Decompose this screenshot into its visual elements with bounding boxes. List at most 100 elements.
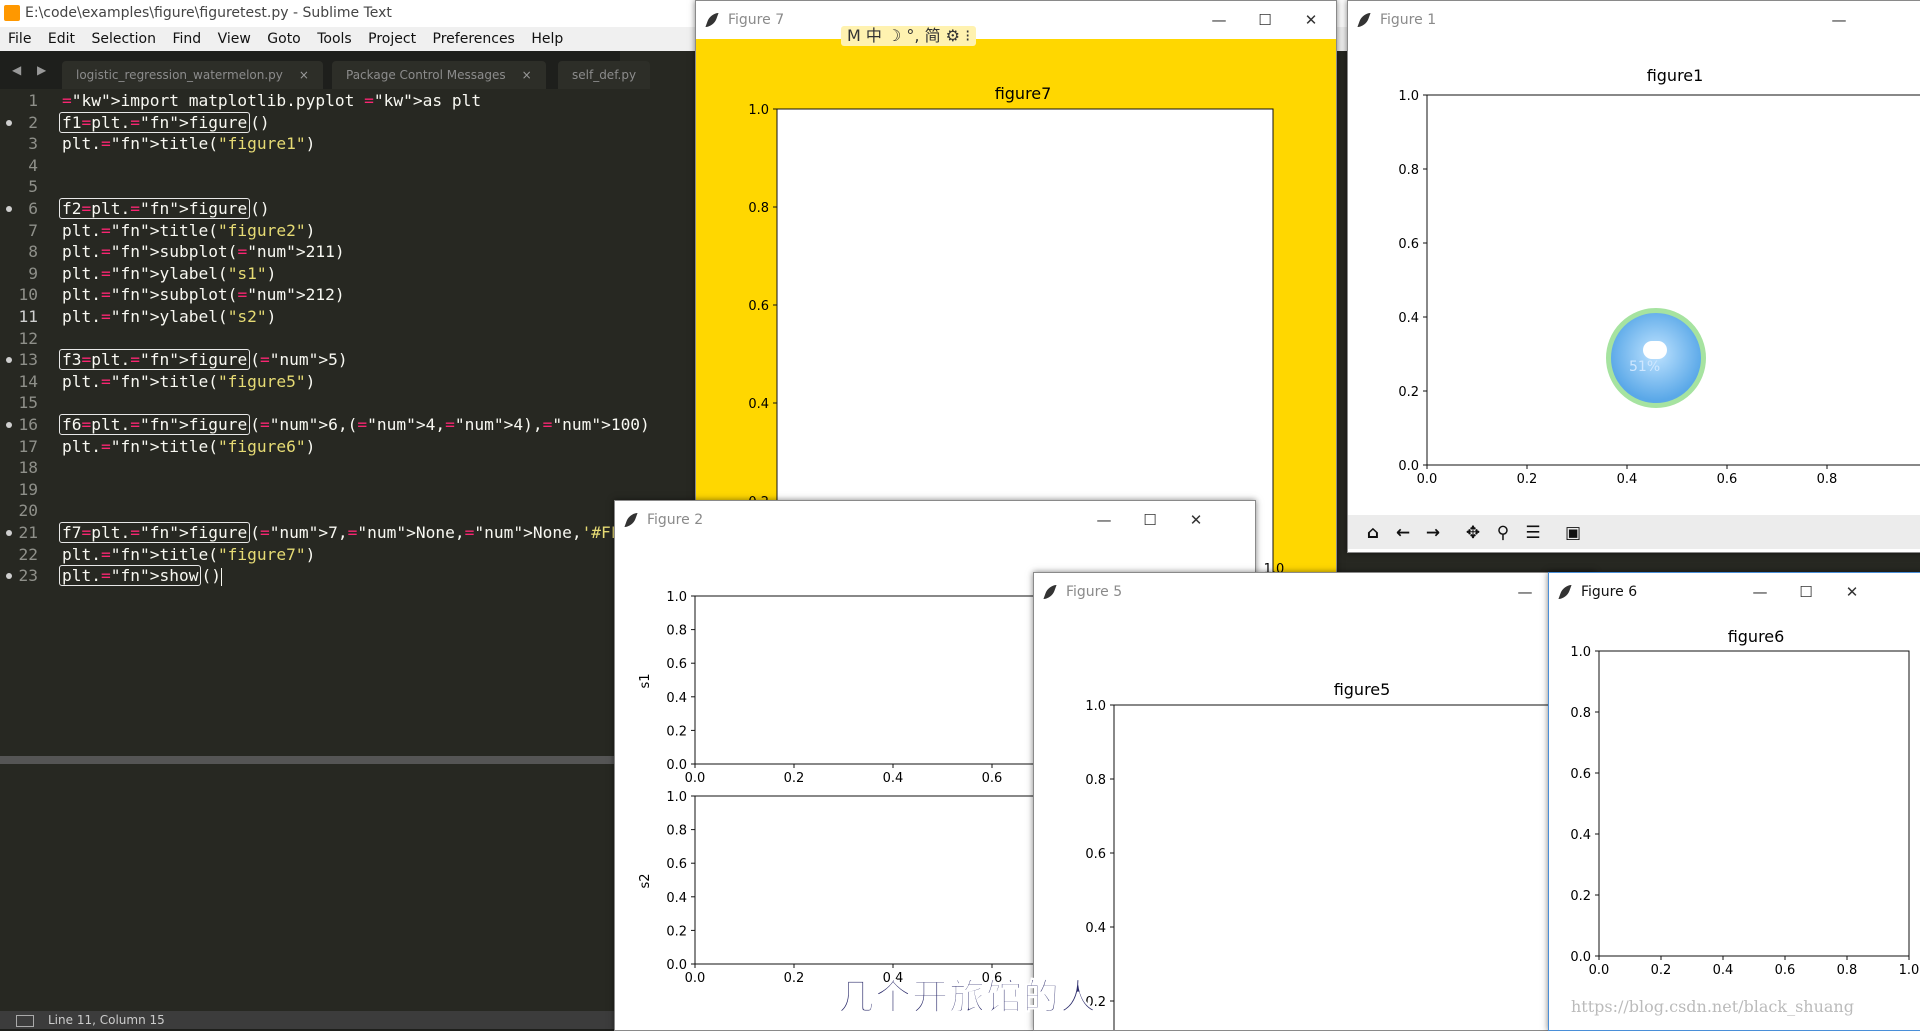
close-icon[interactable]: ✕ [1173,501,1219,539]
ime-toolbar[interactable]: M 中 ☽ °, 简 ⚙ ⁝ [841,26,977,46]
maximize-icon[interactable]: ☐ [1127,501,1173,539]
minimize-icon[interactable]: — [1816,1,1862,39]
y-tick-label: 0.4 [1398,311,1419,326]
tab-close-icon[interactable]: × [522,68,532,82]
code-text: f6=plt.="fn">figure (="num">6,(="num">4,=… [59,414,650,436]
tab-package-control[interactable]: Package Control Messages × [332,61,546,89]
axes-frame [1426,94,1920,466]
tab-logistic-regression[interactable]: logistic_regression_watermelon.py × [62,61,323,89]
network-monitor-widget[interactable]: 51% [1606,308,1706,408]
x-tick-label: 1.0 [1899,963,1920,978]
matplotlib-toolbar: ⌂ ← → ✥ ⚲ ☰ ▣ [1348,515,1920,549]
y-tick-label: 0.4 [666,891,687,906]
status-bar: Line 11, Column 15 [0,1011,620,1029]
menu-tools[interactable]: Tools [312,27,357,51]
y-tick-label: 0.4 [1570,828,1591,843]
tab-label: self_def.py [572,68,637,82]
plot-title: figure6 [1728,627,1785,646]
line-number: 14 [18,371,39,391]
minimize-icon[interactable]: — [1502,573,1548,611]
line-number: 7 [28,220,38,240]
back-arrow-icon[interactable]: ← [1392,522,1414,544]
menu-edit[interactable]: Edit [43,27,80,51]
tab-self-def[interactable]: self_def.py [558,61,651,89]
save-icon[interactable]: ▣ [1562,522,1584,544]
menu-preferences[interactable]: Preferences [428,27,520,51]
code-line[interactable]: 19 [0,479,620,501]
code-line[interactable]: 2 f1=plt.="fn">figure() [0,111,620,134]
menu-goto[interactable]: Goto [262,27,305,51]
minimize-icon[interactable]: — [1081,501,1127,539]
forward-arrow-icon[interactable]: → [1422,522,1444,544]
axes-frame [1113,704,1594,1030]
line-number: 16 [18,415,39,434]
tab-nav-arrows[interactable]: ◀ ▶ [12,63,52,77]
code-line[interactable]: 22 plt.="fn">title("figure7") [0,544,620,566]
y-tick-label: 1.0 [1085,699,1106,714]
code-line[interactable]: 6 f2=plt.="fn">figure() [0,198,620,220]
code-line[interactable]: 18 [0,457,620,479]
menu-selection[interactable]: Selection [86,27,161,51]
line-number: 18 [18,458,39,478]
y-tick-label: 1.0 [666,790,687,805]
code-line[interactable]: 21 f7=plt.="fn">figure (="num">7,="num">No… [0,522,777,544]
code-line[interactable]: 3 plt.="fn">title("figure1") [0,133,620,155]
code-line[interactable]: 14 plt.="fn">title("figure5") [0,371,620,393]
window-title: E:\code\examples\figure\figuretest.py - … [25,5,392,21]
figure-titlebar: Figure 5 — [1034,573,1594,611]
maximize-icon[interactable]: ☐ [1783,573,1829,611]
minimize-icon[interactable]: — [1196,1,1242,39]
code-line[interactable]: 23 plt.="fn">show() [0,565,620,587]
configure-subplots-icon[interactable]: ☰ [1522,522,1544,544]
code-line[interactable]: 15 [0,392,620,414]
figure1-window[interactable]: Figure 1 — figure1 1.0 0.8 0.6 0.4 0.2 0.0 0.… [1347,0,1920,553]
panel-toggle-icon[interactable] [16,1015,34,1027]
code-line[interactable]: 7 plt.="fn">title("figure2") [0,220,620,242]
menu-file[interactable]: File [3,27,36,51]
code-line[interactable]: 16 f6=plt.="fn">figure (="num">6,(="num">4… [0,414,650,436]
code-line[interactable]: 10 plt.="fn">subplot(="num">212) [0,284,620,306]
code-line[interactable]: 4 [0,155,620,177]
code-line[interactable]: 9 plt.="fn">ylabel("s1") [0,263,620,285]
menu-find[interactable]: Find [167,27,206,51]
code-line[interactable]: 17 plt.="fn">title("figure6") [0,436,620,458]
output-panel[interactable] [0,756,620,1019]
code-line[interactable]: 5 [0,176,620,198]
code-line[interactable]: 13 f3=plt.="fn">figure (="num">5) [0,349,620,371]
menu-view[interactable]: View [213,27,256,51]
code-text: plt.="fn">subplot(="num">211) [62,242,345,262]
y-tick-label: 0.4 [666,691,687,706]
y-tick-label: 0.8 [666,824,687,839]
figure6-window[interactable]: Figure 6 — ☐ ✕ figure6 1.0 0.8 0.6 0.4 0.2 0.… [1548,572,1920,1031]
code-text: plt.="fn">title("figure7") [62,544,316,564]
pan-icon[interactable]: ✥ [1462,522,1484,544]
code-line[interactable]: 20 [0,500,620,522]
line-number: 22 [18,544,39,564]
home-icon[interactable]: ⌂ [1362,522,1384,544]
code-line[interactable]: 12 [0,328,620,350]
menu-project[interactable]: Project [363,27,421,51]
code-text: plt.="fn">show() [59,565,222,587]
zoom-icon[interactable]: ⚲ [1492,522,1514,544]
close-icon[interactable]: ✕ [1288,1,1334,39]
feather-icon [1558,585,1572,599]
minimize-icon[interactable]: — [1737,573,1783,611]
x-tick-label: 0.2 [784,971,805,986]
figure7-window[interactable]: Figure 7 — ☐ ✕ figure7 1.00.80.60.40.2 1… [695,0,1337,574]
y-tick-label: 0.8 [1398,163,1419,178]
code-line[interactable]: 8 plt.="fn">subplot(="num">211) [0,241,620,263]
figure7-plot: figure7 1.00.80.60.40.2 1.0 [748,84,1284,573]
line-number: 12 [18,328,39,348]
y-tick-label: 0.8 [666,624,687,639]
code-editor[interactable]: 1 ="kw">import matplotlib.pyplot ="kw">as… [0,89,777,756]
x-tick-labels: 0.00.20.40.60.81 [1417,465,1837,487]
code-line[interactable]: 11 plt.="fn">ylabel("s2") [0,306,620,328]
tab-close-icon[interactable]: × [299,68,309,82]
y-tick-label: 0.6 [1085,847,1106,862]
close-icon[interactable]: ✕ [1829,573,1875,611]
menu-help[interactable]: Help [526,27,568,51]
overlay-caption: 几个开旅馆的人 [837,977,1098,1019]
maximize-icon[interactable]: ☐ [1242,1,1288,39]
code-line[interactable]: 1 ="kw">import matplotlib.pyplot ="kw">as… [0,90,620,112]
figure5-window[interactable]: Figure 5 — figure5 1.0 0.8 0.6 0.4 0.2 [1033,572,1595,1031]
